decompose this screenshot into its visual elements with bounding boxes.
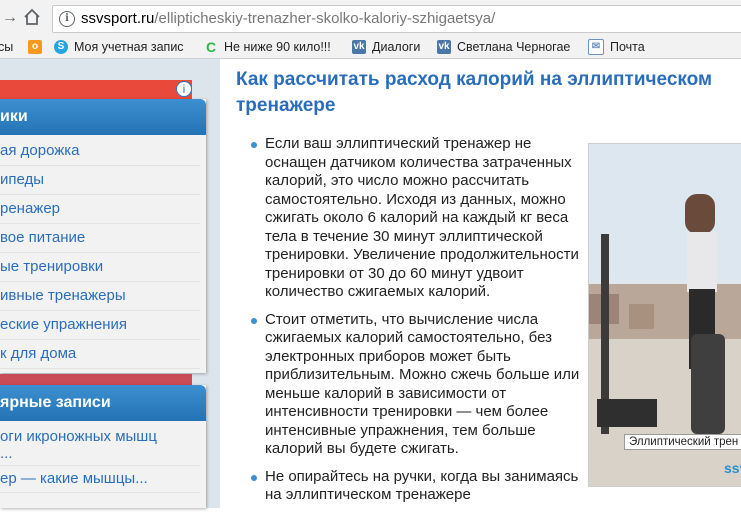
photo-watermark: ssv [724, 460, 741, 476]
sidebar-link[interactable]: ые тренировки [0, 253, 200, 282]
c-green-icon: C [205, 39, 217, 55]
odnoklassniki-icon: о [28, 40, 42, 54]
info-icon[interactable]: i [59, 11, 75, 27]
url-path: /ellipticheskiy-trenazher-skolko-kaloriy… [154, 10, 496, 27]
bookmark-dialogs[interactable]: vk Диалоги [352, 38, 420, 56]
bookmark-mail[interactable]: ✉ Почта [588, 38, 645, 56]
article-main: Как рассчитать расход калорий на эллипти… [220, 59, 741, 508]
mail-icon: ✉ [588, 39, 604, 55]
sidebar-link[interactable]: к для дома [0, 340, 200, 369]
skype-icon: S [54, 40, 68, 54]
bookmark-label: Почта [610, 40, 645, 54]
sidebar-link[interactable]: еские упражнения [0, 311, 200, 340]
bullet-item: Не опирайтесь на ручки, когда вы занимая… [250, 468, 580, 505]
omnibox[interactable]: i ssvsport.ru/ellipticheskiy-trenazher-s… [52, 5, 741, 33]
sidebar-widget-categories: ики ая дорожка ипеды ренажер вое питание… [0, 99, 206, 373]
widget-header: ики [0, 99, 206, 135]
bookmark-weight[interactable]: C Не ниже 90 кило!!! [204, 38, 331, 56]
popular-post-link[interactable]: ер — какие мышцы... [0, 466, 200, 493]
vk-icon: vk [437, 40, 451, 54]
sidebar-link[interactable]: ренажер [0, 195, 200, 224]
sidebar-link[interactable]: ивные тренажеры [0, 282, 200, 311]
bookmark-item[interactable]: сы [0, 38, 13, 56]
popular-post-link-cont[interactable]: ... [0, 446, 200, 466]
bookmark-odnoklassniki[interactable]: о [28, 38, 48, 56]
sidebar-link[interactable]: ая дорожка [0, 137, 200, 166]
bookmark-label: Диалоги [372, 40, 421, 54]
forward-arrow-icon[interactable]: → [0, 8, 20, 28]
bookmark-label: Моя учетная запис [74, 40, 184, 54]
bookmark-skype[interactable]: S Моя учетная запис [54, 38, 184, 56]
article-bullets: Если ваш эллиптический тренажер не оснащ… [250, 135, 580, 514]
url-text[interactable]: ssvsport.ru/ellipticheskiy-trenazher-sko… [81, 10, 495, 27]
bookmark-label: Не ниже 90 кило!!! [224, 40, 331, 54]
sidebar-widget-popular: ярные записи оги икроножных мышц ... ер … [0, 385, 206, 508]
article-title: Как рассчитать расход калорий на эллипти… [236, 69, 713, 116]
page-content: i ики ая дорожка ипеды ренажер вое питан… [0, 59, 741, 508]
bookmark-label: Светлана Черногае [457, 40, 571, 54]
bookmarks-bar: сы о S Моя учетная запис C Не ниже 90 ки… [0, 36, 741, 59]
popular-post-link[interactable]: оги икроножных мышц [0, 427, 200, 446]
sidebar-link[interactable]: ипеды [0, 166, 200, 195]
widget-header: ярные записи [0, 385, 206, 421]
photo-tooltip: Эллиптический трен [624, 434, 741, 450]
bullet-item: Если ваш эллиптический тренажер не оснащ… [250, 135, 580, 302]
sidebar-link[interactable]: вое питание [0, 224, 200, 253]
vk-icon: vk [352, 40, 366, 54]
bookmark-label: сы [0, 40, 14, 54]
home-icon[interactable] [22, 8, 42, 28]
ad-info-icon[interactable]: i [176, 81, 192, 97]
bullet-item: Стоит отметить, что вычисление числа сжи… [250, 311, 580, 459]
bookmark-svetlana[interactable]: vk Светлана Черногае [437, 38, 570, 56]
url-domain: ssvsport.ru [81, 10, 155, 27]
address-bar-row: → i ssvsport.ru/ellipticheskiy-trenazher… [0, 0, 741, 37]
